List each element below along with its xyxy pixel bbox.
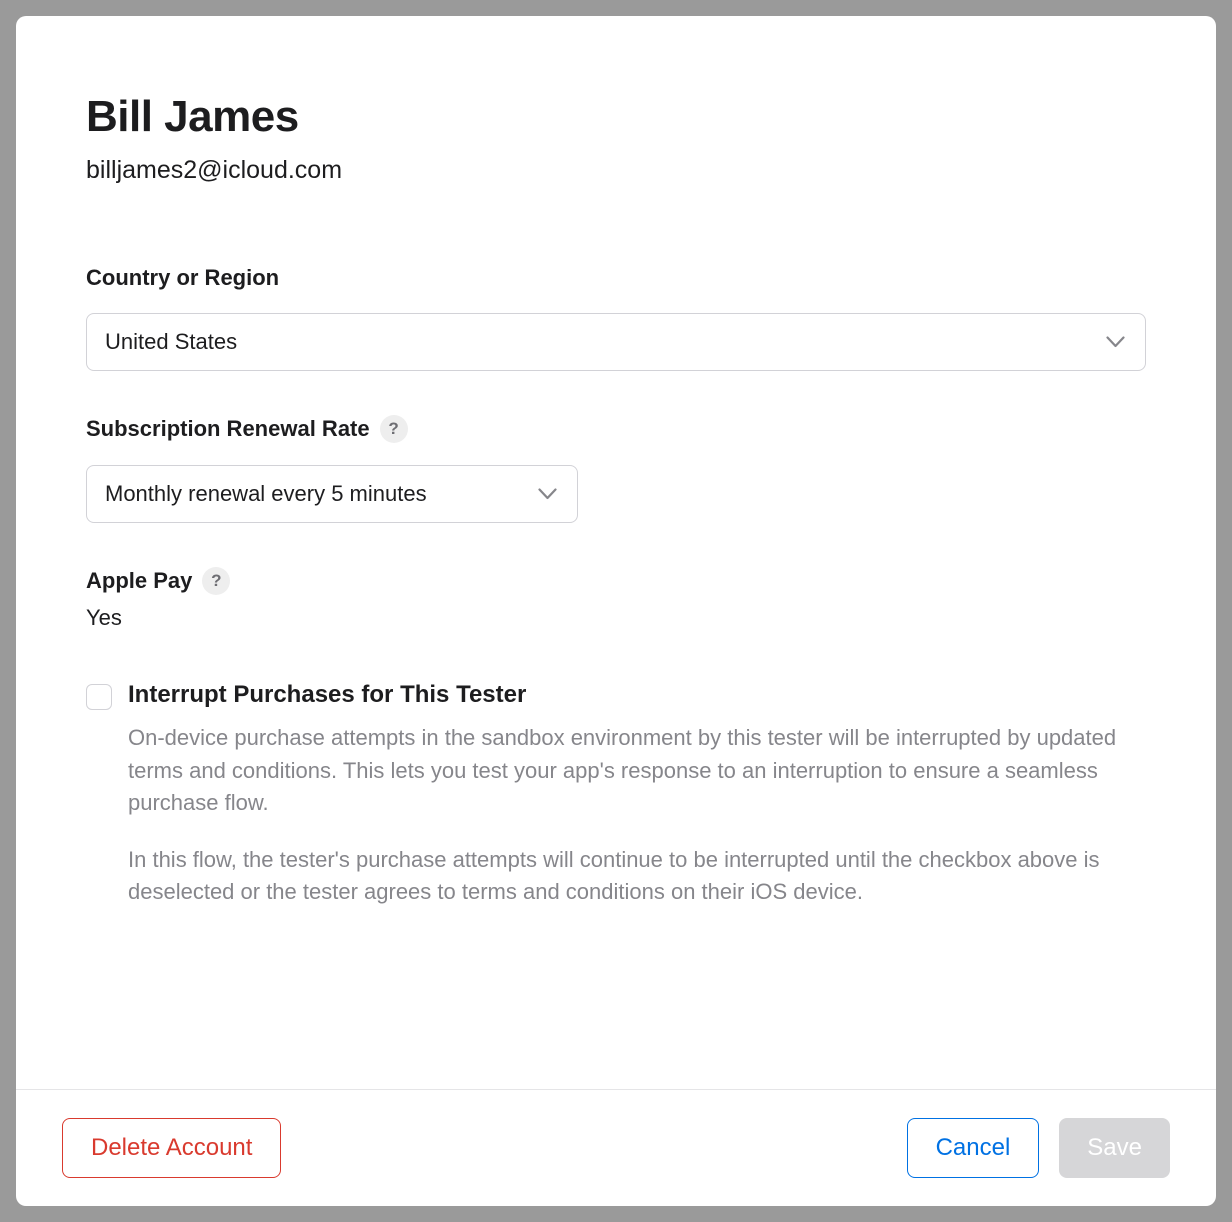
country-select-value: United States [105, 329, 237, 355]
apple-pay-label-text: Apple Pay [86, 568, 192, 594]
footer-right-buttons: Cancel Save [907, 1118, 1170, 1178]
chevron-down-icon [1106, 336, 1125, 348]
apple-pay-field: Apple Pay ? Yes [86, 567, 1146, 631]
modal-footer: Delete Account Cancel Save [16, 1089, 1216, 1206]
country-select[interactable]: United States [86, 313, 1146, 371]
interrupt-purchases-description: On-device purchase attempts in the sandb… [128, 722, 1146, 820]
renewal-select[interactable]: Monthly renewal every 5 minutes [86, 465, 578, 523]
cancel-button[interactable]: Cancel [907, 1118, 1040, 1178]
tester-email: billjames2@icloud.com [86, 156, 1146, 185]
help-icon[interactable]: ? [380, 415, 408, 443]
interrupt-purchases-description-2: In this flow, the tester's purchase atte… [128, 844, 1146, 909]
apple-pay-value: Yes [86, 605, 1146, 631]
save-button: Save [1059, 1118, 1170, 1178]
apple-pay-label: Apple Pay ? [86, 567, 230, 595]
country-label: Country or Region [86, 265, 279, 291]
delete-account-button[interactable]: Delete Account [62, 1118, 281, 1178]
tester-name: Bill James [86, 92, 1146, 142]
modal-body: Bill James billjames2@icloud.com Country… [16, 16, 1216, 1089]
renewal-label-text: Subscription Renewal Rate [86, 416, 370, 442]
tester-edit-modal: Bill James billjames2@icloud.com Country… [16, 16, 1216, 1206]
renewal-select-value: Monthly renewal every 5 minutes [105, 481, 427, 507]
help-icon[interactable]: ? [202, 567, 230, 595]
interrupt-purchases-row: Interrupt Purchases for This Tester [86, 681, 1146, 710]
chevron-down-icon [538, 488, 557, 500]
modal-backdrop: Bill James billjames2@icloud.com Country… [0, 0, 1232, 1222]
interrupt-purchases-checkbox[interactable] [86, 684, 112, 710]
country-field: Country or Region United States [86, 265, 1146, 371]
interrupt-purchases-label: Interrupt Purchases for This Tester [128, 681, 526, 709]
renewal-field: Subscription Renewal Rate ? Monthly rene… [86, 415, 1146, 523]
renewal-label: Subscription Renewal Rate ? [86, 415, 408, 443]
